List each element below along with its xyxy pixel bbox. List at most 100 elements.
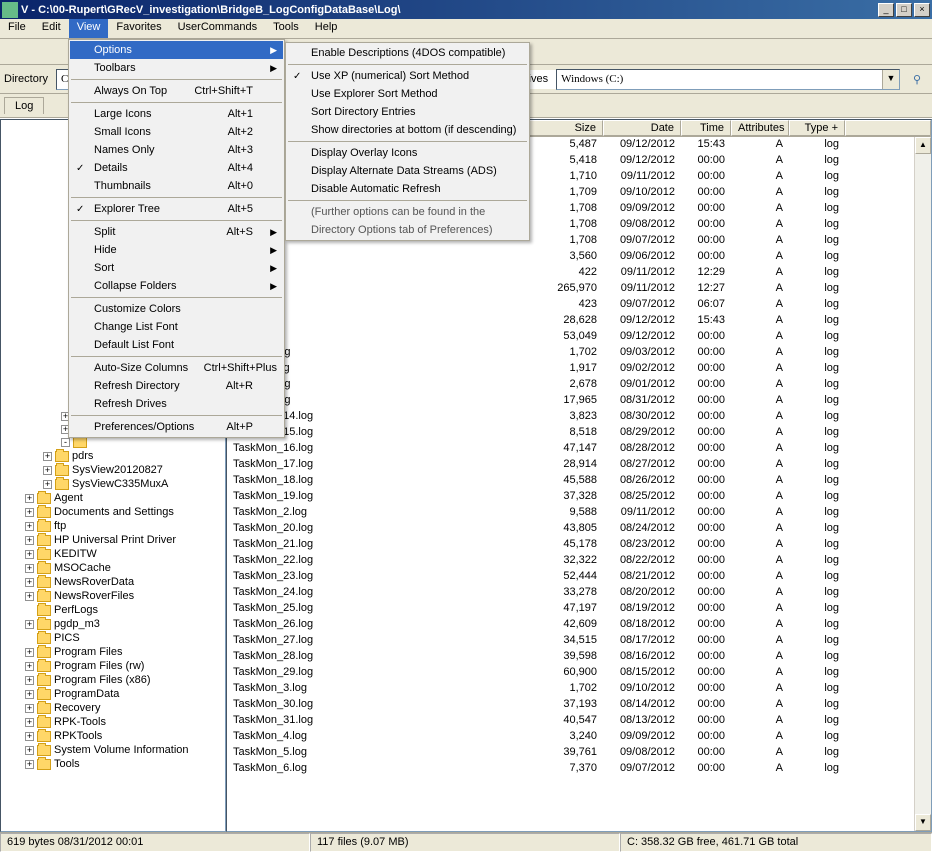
file-row[interactable]: TaskMon_26.log42,60908/18/201200:00Alog: [227, 617, 931, 633]
menu-edit[interactable]: Edit: [34, 19, 69, 38]
tree-item[interactable]: PICS: [1, 631, 225, 645]
tree-expand-button[interactable]: +: [25, 620, 34, 629]
col-attributes[interactable]: Attributes: [731, 120, 789, 136]
tree-item[interactable]: +ftp: [1, 519, 225, 533]
file-row[interactable]: TaskMon_19.log37,32808/25/201200:00Alog: [227, 489, 931, 505]
file-row[interactable]: TaskMon_20.log43,80508/24/201200:00Alog: [227, 521, 931, 537]
tree-expand-button[interactable]: +: [25, 704, 34, 713]
file-row[interactable]: TaskMon_4.log3,24009/09/201200:00Alog: [227, 729, 931, 745]
col-size[interactable]: Size: [527, 120, 603, 136]
file-row[interactable]: TaskMon_17.log28,91408/27/201200:00Alog: [227, 457, 931, 473]
file-row[interactable]: TaskMon_30.log37,19308/14/201200:00Alog: [227, 697, 931, 713]
menu-sort[interactable]: Sort▶: [70, 259, 283, 277]
file-row[interactable]: TaskMon_25.log47,19708/19/201200:00Alog: [227, 601, 931, 617]
menu-auto-size-columns[interactable]: Auto-Size ColumnsCtrl+Shift+Plus: [70, 359, 283, 377]
drives-combo[interactable]: ▼: [556, 69, 900, 90]
tree-expand-button[interactable]: +: [43, 452, 52, 461]
tree-item[interactable]: +HP Universal Print Driver: [1, 533, 225, 547]
tree-expand-button[interactable]: +: [25, 662, 34, 671]
file-row[interactable]: TaskMon_23.log52,44408/21/201200:00Alog: [227, 569, 931, 585]
file-row[interactable]: TaskMon_18.log45,58808/26/201200:00Alog: [227, 473, 931, 489]
file-row[interactable]: TaskMon_31.log40,54708/13/201200:00Alog: [227, 713, 931, 729]
tree-item[interactable]: +NewsRoverData: [1, 575, 225, 589]
drives-input[interactable]: [557, 70, 882, 89]
file-row[interactable]: ew_2.log42309/07/201206:07Alog: [227, 297, 931, 313]
menu-file[interactable]: File: [0, 19, 34, 38]
tree-expand-button[interactable]: +: [25, 732, 34, 741]
file-row[interactable]: TaskMon_14.log3,82308/30/201200:00Alog: [227, 409, 931, 425]
tree-expand-button[interactable]: +: [25, 550, 34, 559]
file-row[interactable]: Mon_13.log17,96508/31/201200:00Alog: [227, 393, 931, 409]
menu-names-only[interactable]: Names OnlyAlt+3: [70, 141, 283, 159]
file-row[interactable]: TaskMon_2.log9,58809/11/201200:00Alog: [227, 505, 931, 521]
file-row[interactable]: TaskMon_28.log39,59808/16/201200:00Alog: [227, 649, 931, 665]
file-row[interactable]: TaskMon_29.log60,90008/15/201200:00Alog: [227, 665, 931, 681]
opt-explorer-sort[interactable]: Use Explorer Sort Method: [287, 85, 528, 103]
tree-expand-button[interactable]: +: [25, 564, 34, 573]
menu-split[interactable]: SplitAlt+S▶: [70, 223, 283, 241]
file-row[interactable]: TaskMon_27.log34,51508/17/201200:00Alog: [227, 633, 931, 649]
menu-always-on-top[interactable]: Always On TopCtrl+Shift+T: [70, 82, 283, 100]
menu-refresh-directory[interactable]: Refresh DirectoryAlt+R: [70, 377, 283, 395]
minimize-button[interactable]: _: [878, 3, 894, 17]
menu-customize-colors[interactable]: Customize Colors: [70, 300, 283, 318]
tree-item[interactable]: +SysViewC335MuxA: [1, 477, 225, 491]
tree-expand-button[interactable]: [25, 634, 34, 643]
tree-item[interactable]: +KEDITW: [1, 547, 225, 561]
menu-tools[interactable]: Tools: [265, 19, 307, 38]
tree-expand-button[interactable]: +: [25, 760, 34, 769]
col-type[interactable]: Type +: [789, 120, 845, 136]
tree-expand-button[interactable]: +: [25, 690, 34, 699]
tree-expand-button[interactable]: +: [25, 536, 34, 545]
menu-small-icons[interactable]: Small IconsAlt+2: [70, 123, 283, 141]
tree-item[interactable]: +RPKTools: [1, 729, 225, 743]
file-row[interactable]: TaskMon_24.log33,27808/20/201200:00Alog: [227, 585, 931, 601]
file-row[interactable]: Mon_10.log1,70209/03/201200:00Alog: [227, 345, 931, 361]
file-row[interactable]: ew.log42209/11/201212:29Alog: [227, 265, 931, 281]
file-row[interactable]: Mon_12.log2,67809/01/201200:00Alog: [227, 377, 931, 393]
opt-ads[interactable]: Display Alternate Data Streams (ADS): [287, 162, 528, 180]
tree-item[interactable]: +SysView20120827: [1, 463, 225, 477]
menu-default-list-font[interactable]: Default List Font: [70, 336, 283, 354]
tree-expand-button[interactable]: +: [25, 494, 34, 503]
tree-expand-button[interactable]: +: [43, 480, 52, 489]
tree-item[interactable]: +Program Files: [1, 645, 225, 659]
tree-expand-button[interactable]: +: [25, 592, 34, 601]
file-row[interactable]: TaskMon_15.log8,51808/29/201200:00Alog: [227, 425, 931, 441]
menu-large-icons[interactable]: Large IconsAlt+1: [70, 105, 283, 123]
tree-item[interactable]: +Documents and Settings: [1, 505, 225, 519]
tree-expand-button[interactable]: [25, 606, 34, 615]
opt-disable-refresh[interactable]: Disable Automatic Refresh: [287, 180, 528, 198]
file-row[interactable]: TaskMon_3.log1,70209/10/201200:00Alog: [227, 681, 931, 697]
tree-item[interactable]: +NewsRoverFiles: [1, 589, 225, 603]
menu-toolbars[interactable]: Toolbars▶: [70, 59, 283, 77]
opt-enable-descriptions[interactable]: Enable Descriptions (4DOS compatible): [287, 44, 528, 62]
opt-overlay-icons[interactable]: Display Overlay Icons: [287, 144, 528, 162]
file-row[interactable]: ew_1.log265,97009/11/201212:27Alog: [227, 281, 931, 297]
file-row[interactable]: TaskMon_21.log45,17808/23/201200:00Alog: [227, 537, 931, 553]
menu-explorer-tree[interactable]: ✓Explorer TreeAlt+5: [70, 200, 283, 218]
menu-usercommands[interactable]: UserCommands: [170, 19, 265, 38]
file-row[interactable]: Mon_11.log1,91709/02/201200:00Alog: [227, 361, 931, 377]
tree-expand-button[interactable]: +: [43, 466, 52, 475]
tree-item[interactable]: +System Volume Information: [1, 743, 225, 757]
menu-hide[interactable]: Hide▶: [70, 241, 283, 259]
tree-expand-button[interactable]: -: [61, 438, 70, 447]
menu-change-list-font[interactable]: Change List Font: [70, 318, 283, 336]
menu-options[interactable]: Options▶: [70, 41, 283, 59]
col-time[interactable]: Time: [681, 120, 731, 136]
file-row[interactable]: TaskMon_16.log47,14708/28/201200:00Alog: [227, 441, 931, 457]
menu-refresh-drives[interactable]: Refresh Drives: [70, 395, 283, 413]
menu-details[interactable]: ✓DetailsAlt+4: [70, 159, 283, 177]
tree-item[interactable]: +Program Files (x86): [1, 673, 225, 687]
tree-expand-button[interactable]: +: [25, 746, 34, 755]
scroll-up-button[interactable]: ▲: [915, 137, 931, 154]
scroll-down-button[interactable]: ▼: [915, 814, 931, 831]
file-row[interactable]: TaskMon_6.log7,37009/07/201200:00Alog: [227, 761, 931, 777]
drives-dropdown-button[interactable]: ▼: [882, 70, 899, 89]
tree-item[interactable]: +Tools: [1, 757, 225, 771]
menu-view[interactable]: View: [69, 19, 109, 38]
tree-expand-button[interactable]: +: [25, 718, 34, 727]
menu-help[interactable]: Help: [307, 19, 346, 38]
opt-show-bottom[interactable]: Show directories at bottom (if descendin…: [287, 121, 528, 139]
